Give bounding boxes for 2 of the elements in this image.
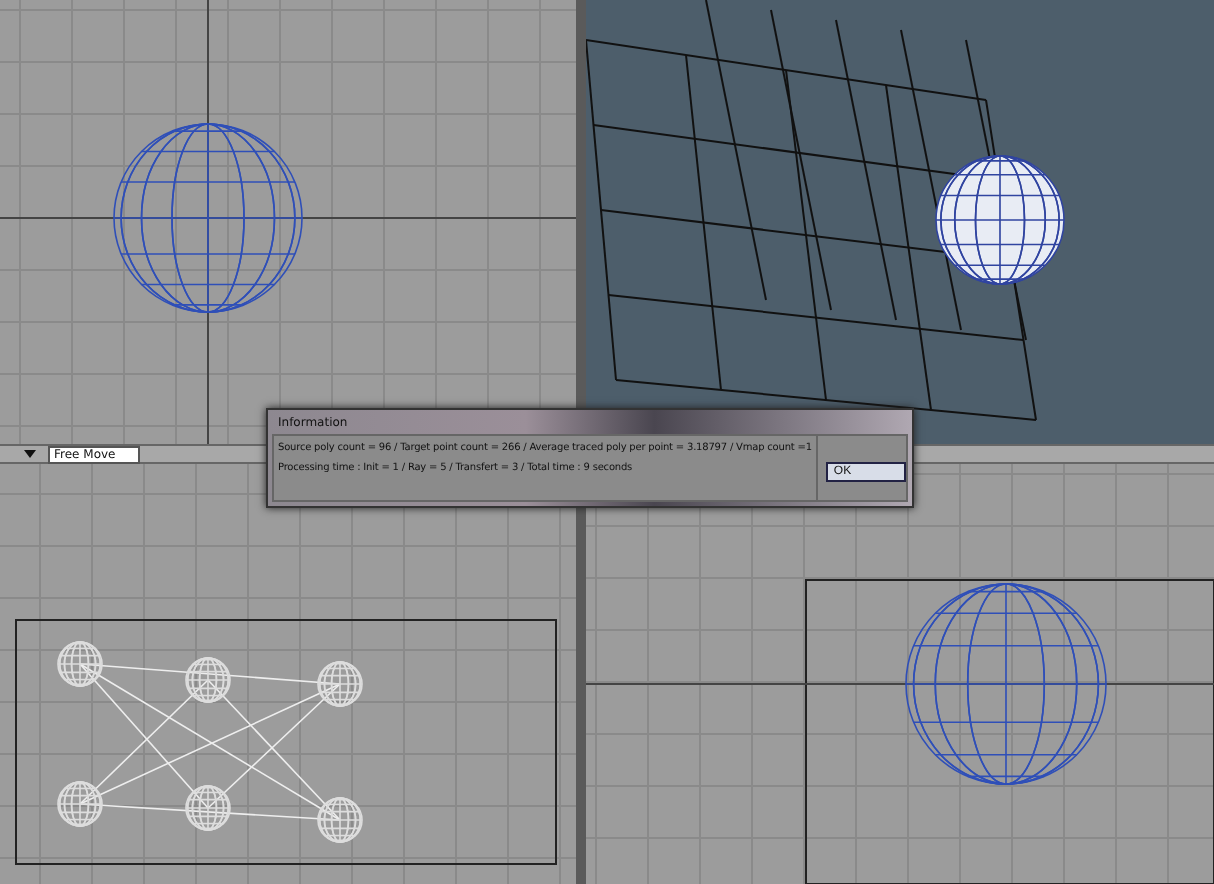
shaded-sphere-drawing [935, 155, 1065, 285]
viewport-panel[interactable] [586, 0, 1214, 444]
